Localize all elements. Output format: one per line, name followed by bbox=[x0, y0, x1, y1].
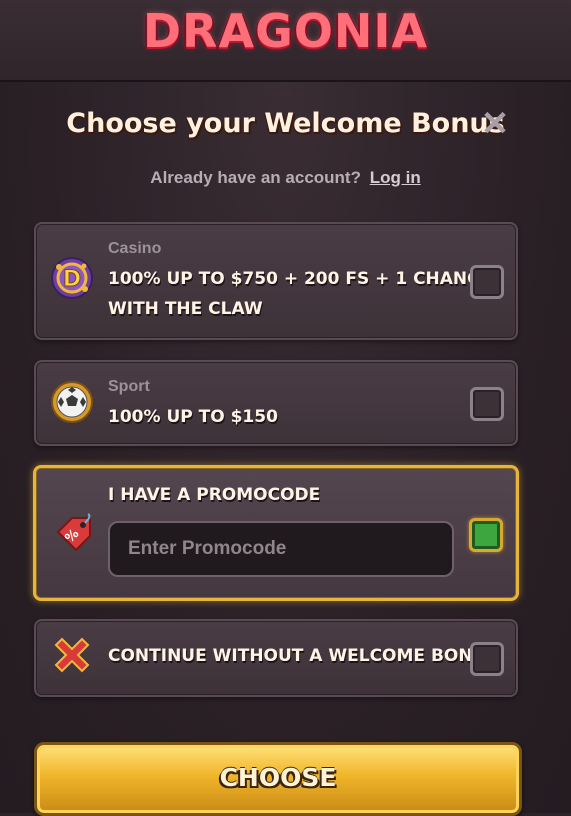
promocode-checkbox[interactable] bbox=[469, 518, 503, 552]
no-bonus-checkbox[interactable] bbox=[470, 642, 504, 676]
top-bar: DRAGONIA bbox=[0, 0, 571, 82]
option-offer-line2: WITH THE CLAW bbox=[108, 299, 263, 319]
casino-checkbox[interactable] bbox=[470, 265, 504, 299]
modal-background bbox=[0, 82, 571, 813]
login-link[interactable]: Log in bbox=[370, 168, 421, 187]
percent-tag-icon: % bbox=[52, 512, 96, 556]
bonus-option-promocode[interactable]: % I HAVE A PROMOCODE bbox=[33, 465, 519, 601]
bonus-option-none[interactable]: CONTINUE WITHOUT A WELCOME BONUS bbox=[34, 619, 518, 697]
red-x-icon bbox=[50, 635, 94, 679]
promocode-input[interactable] bbox=[108, 521, 454, 577]
soccer-ball-icon bbox=[50, 380, 94, 424]
account-prompt: Already have an account? Log in bbox=[0, 168, 571, 188]
dragonia-logo[interactable]: DRAGONIA bbox=[0, 4, 571, 58]
bonus-option-casino[interactable]: D Casino 100% UP TO $750 + 200 FS + 1 CH… bbox=[34, 222, 518, 340]
option-offer-line1: 100% UP TO $750 + 200 FS + 1 CHANCE bbox=[108, 269, 492, 289]
bonus-option-sport[interactable]: Sport 100% UP TO $150 bbox=[34, 360, 518, 446]
casino-coin-icon: D bbox=[50, 256, 94, 300]
promocode-label: I HAVE A PROMOCODE bbox=[108, 485, 321, 505]
sport-checkbox[interactable] bbox=[470, 387, 504, 421]
account-prompt-text: Already have an account? bbox=[150, 168, 361, 187]
no-bonus-label: CONTINUE WITHOUT A WELCOME BONUS bbox=[108, 646, 499, 666]
choose-button-label: CHOOSE bbox=[219, 763, 337, 792]
svg-text:D: D bbox=[63, 267, 81, 292]
option-category: Casino bbox=[108, 240, 162, 257]
close-icon[interactable]: ✕ bbox=[478, 106, 512, 142]
option-offer-line1: 100% UP TO $150 bbox=[108, 407, 278, 427]
option-category: Sport bbox=[108, 378, 150, 395]
choose-button[interactable]: CHOOSE bbox=[34, 742, 522, 816]
